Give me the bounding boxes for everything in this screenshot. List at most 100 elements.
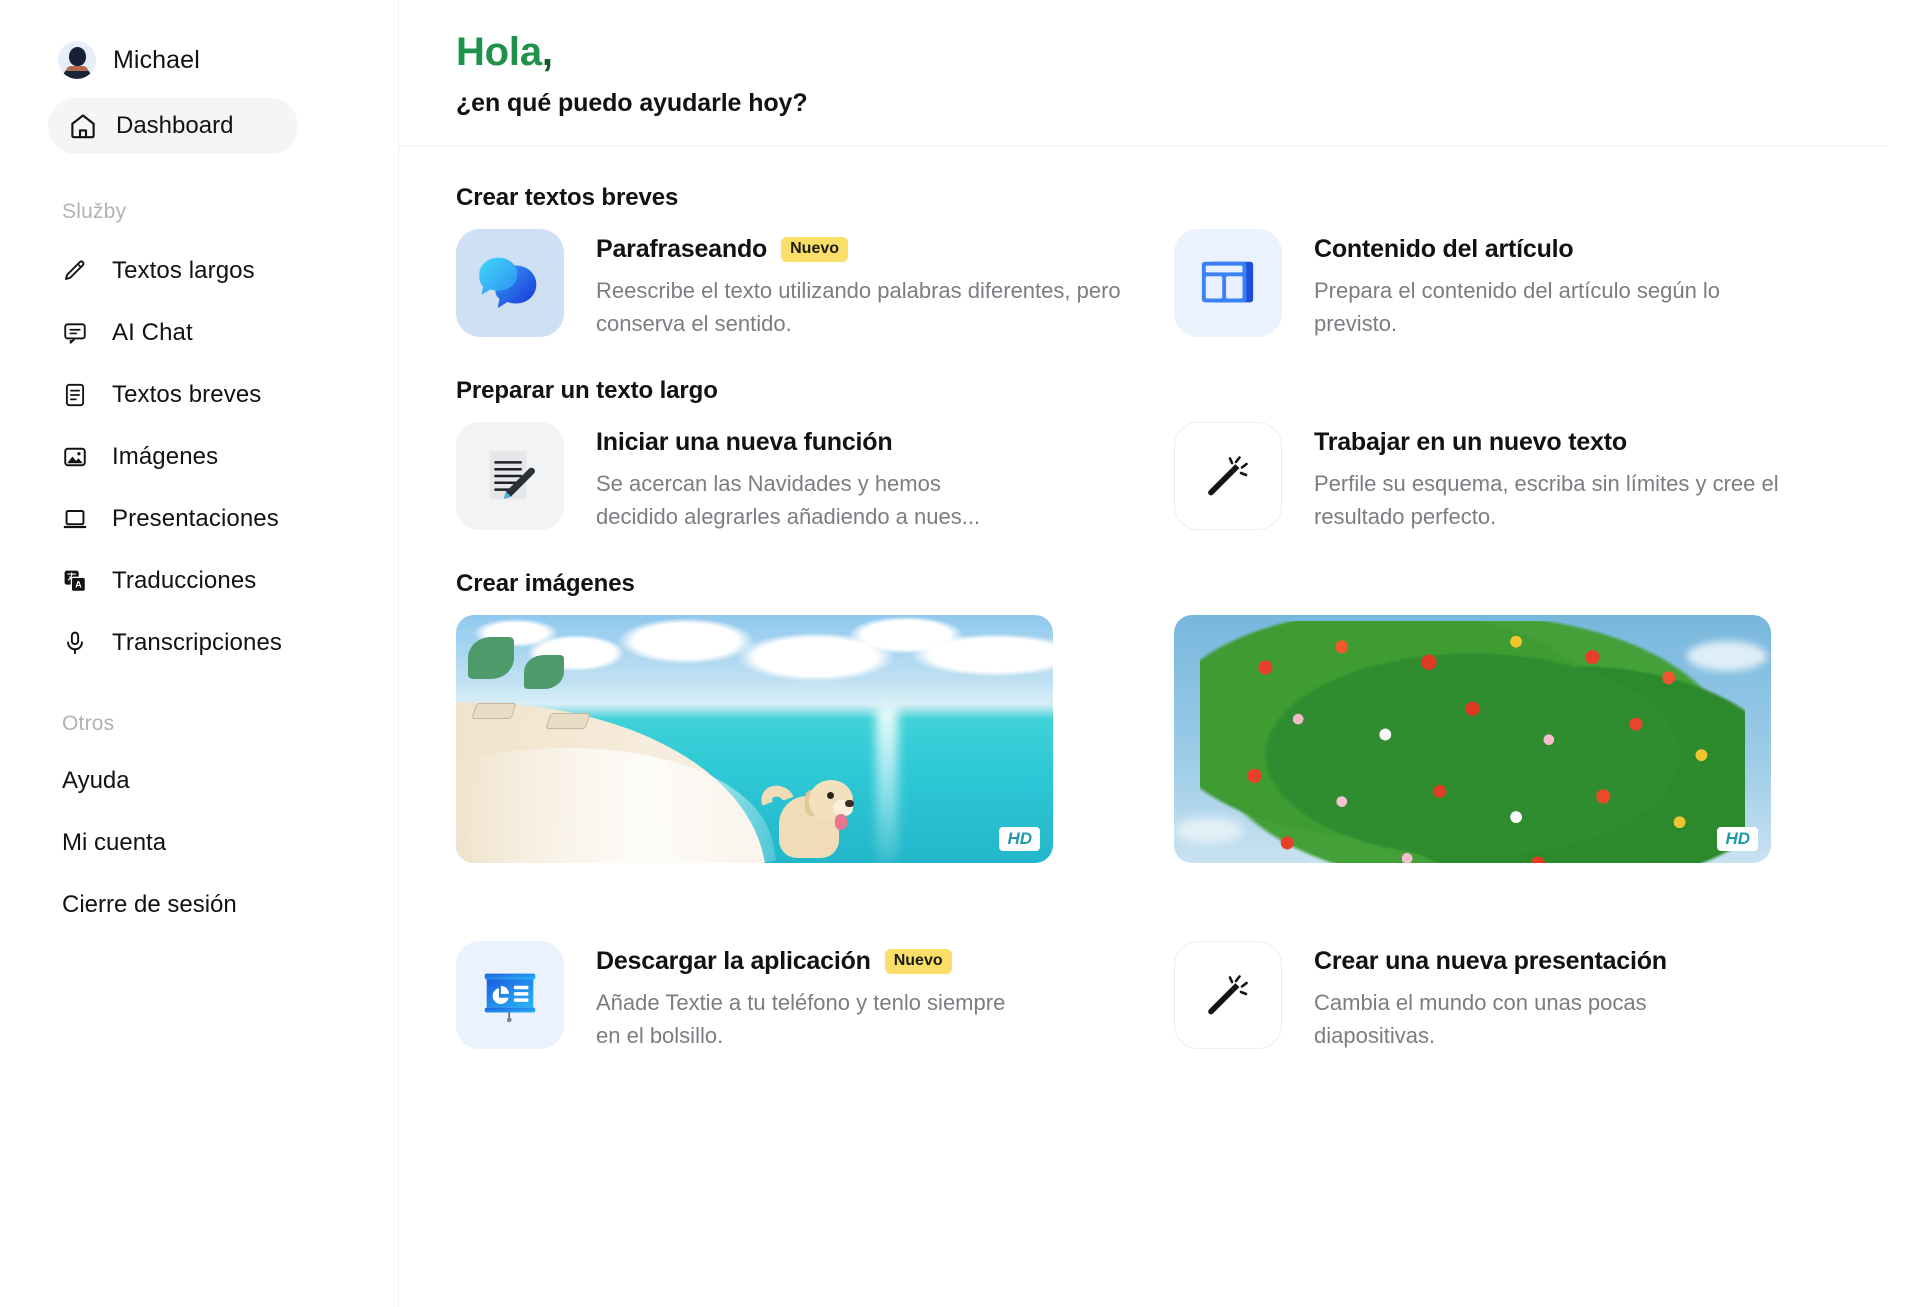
card-title: Descargar la aplicación: [596, 947, 871, 976]
sidebar-item-label: Transcripciones: [112, 629, 283, 656]
card-title-line: Contenido del artículo: [1314, 235, 1774, 264]
sidebar-item-ai-chat[interactable]: AI Chat: [0, 302, 398, 364]
page-subtitle: ¿en qué puedo ayudarle hoy?: [456, 89, 808, 117]
card-description: Prepara el contenido del artículo según …: [1314, 278, 1721, 336]
sidebar-item-label: Textos largos: [112, 257, 255, 284]
document-lines-icon: [60, 380, 90, 410]
sidebar-group-title-services: Služby: [62, 200, 127, 223]
sidebar-item-label: Textos breves: [112, 381, 262, 408]
card-title-line: Trabajar en un nuevo texto: [1314, 428, 1874, 457]
card-title-line: Crear una nueva presentación: [1314, 947, 1734, 976]
hd-quality-badge: HD: [1717, 827, 1758, 852]
document-pencil-icon: [456, 422, 564, 531]
content-area: Crear textos breves Parafraseando Nuevo …: [399, 184, 1920, 1052]
greeting-text: Hola: [456, 30, 542, 74]
sidebar-services-group: Služby Textos largos AI Chat Textos brev…: [0, 200, 398, 674]
card-title: Crear una nueva presentación: [1314, 947, 1667, 976]
section-title-short-texts: Crear textos breves: [456, 184, 679, 211]
card-body: Iniciar una nueva función Se acercan las…: [596, 422, 1026, 533]
card-column-left: Iniciar una nueva función Se acercan las…: [456, 422, 1174, 533]
sidebar-item-label: Cierre de sesión: [62, 891, 237, 918]
section-row-long-text: Iniciar una nueva función Se acercan las…: [456, 422, 1920, 533]
section-title-long-text: Preparar un texto largo: [456, 377, 718, 405]
card-column-right: Trabajar en un nuevo texto Perfile su es…: [1174, 422, 1874, 533]
app-root: Michael Dashboard Služby Textos largos A…: [0, 0, 1920, 1307]
card-body: Descargar la aplicación Nuevo Añade Text…: [596, 941, 1016, 1052]
card-description: Se acercan las Navidades y hemos decidid…: [596, 471, 981, 529]
dog-illustration: [756, 770, 857, 862]
generated-image-flowers[interactable]: HD: [1174, 615, 1771, 864]
pencil-icon: [60, 256, 90, 286]
home-icon: [68, 111, 98, 141]
sidebar-item-traducciones[interactable]: A Traducciones: [0, 550, 398, 612]
card-parafraseando[interactable]: Parafraseando Nuevo Reescribe el texto u…: [456, 229, 1174, 340]
sidebar-user[interactable]: Michael: [0, 34, 398, 86]
sidebar-item-label: Traducciones: [112, 567, 257, 594]
sidebar-group-title-others: Otros: [62, 712, 115, 735]
card-column-right: Crear una nueva presentación Cambia el m…: [1174, 941, 1874, 1052]
sidebar-others-group: Otros Ayuda Mi cuenta Cierre de sesión: [0, 712, 398, 936]
sidebar-item-ayuda[interactable]: Ayuda: [0, 750, 398, 812]
user-avatar-icon: [58, 41, 96, 79]
sidebar-item-imagenes[interactable]: Imágenes: [0, 426, 398, 488]
chat-bubble-icon: [60, 318, 90, 348]
card-title-line: Parafraseando Nuevo: [596, 235, 1174, 264]
laptop-icon: [60, 504, 90, 534]
card-description: Cambia el mundo con unas pocas diapositi…: [1314, 990, 1647, 1048]
card-column-left: Parafraseando Nuevo Reescribe el texto u…: [456, 229, 1174, 340]
svg-text:A: A: [75, 580, 82, 590]
page-title: Hola,: [456, 30, 1920, 74]
card-body: Trabajar en un nuevo texto Perfile su es…: [1314, 422, 1874, 533]
card-contenido-del-articulo[interactable]: Contenido del artículo Prepara el conten…: [1174, 229, 1874, 340]
card-iniciar-nueva-funcion[interactable]: Iniciar una nueva función Se acercan las…: [456, 422, 1174, 533]
palm-tree-decoration: [468, 637, 514, 680]
image-column-left: HD: [456, 615, 1174, 864]
section-title-images: Crear imágenes: [456, 570, 635, 598]
translate-icon: A: [60, 566, 90, 596]
flower-bush-decoration: [1200, 621, 1745, 864]
article-layout-icon: [1174, 229, 1282, 337]
page-header: Hola, ¿en qué puedo ayudarle hoy?: [399, 0, 1920, 118]
sidebar-item-label: Imágenes: [112, 443, 219, 470]
sidebar-item-dashboard[interactable]: Dashboard: [48, 98, 298, 154]
sidebar: Michael Dashboard Služby Textos largos A…: [0, 0, 399, 1307]
card-description: Añade Textie a tu teléfono y tenlo siemp…: [596, 990, 1006, 1048]
sidebar-item-textos-largos[interactable]: Textos largos: [0, 240, 398, 302]
sidebar-item-mi-cuenta[interactable]: Mi cuenta: [0, 812, 398, 874]
sidebar-item-transcripciones[interactable]: Transcripciones: [0, 612, 398, 674]
main-content: Hola, ¿en qué puedo ayudarle hoy? Crear …: [399, 0, 1920, 1307]
card-descargar-aplicacion[interactable]: Descargar la aplicación Nuevo Añade Text…: [456, 941, 1174, 1052]
status-badge: Nuevo: [884, 949, 952, 975]
speech-bubbles-icon: [456, 229, 564, 337]
magic-wand-icon: [1174, 422, 1282, 531]
image-column-right: HD: [1174, 615, 1874, 864]
beach-chair-decoration: [471, 703, 517, 720]
sun-glint-decoration: [876, 707, 898, 863]
header-divider: [399, 146, 1886, 147]
card-crear-nueva-presentacion[interactable]: Crear una nueva presentación Cambia el m…: [1174, 941, 1874, 1052]
card-title: Iniciar una nueva función: [596, 428, 893, 457]
presentation-board-icon: [456, 941, 564, 1050]
card-column-left: Descargar la aplicación Nuevo Añade Text…: [456, 941, 1174, 1052]
hd-quality-badge: HD: [999, 827, 1040, 852]
sidebar-item-label: Mi cuenta: [62, 829, 167, 856]
sidebar-item-label: Presentaciones: [112, 505, 279, 532]
generated-image-beach[interactable]: HD: [456, 615, 1053, 864]
user-name: Michael: [113, 45, 200, 74]
card-title-line: Iniciar una nueva función: [596, 428, 1026, 457]
microphone-icon: [60, 628, 90, 658]
card-trabajar-nuevo-texto[interactable]: Trabajar en un nuevo texto Perfile su es…: [1174, 422, 1874, 533]
sidebar-item-textos-breves[interactable]: Textos breves: [0, 364, 398, 426]
card-title: Contenido del artículo: [1314, 235, 1574, 263]
card-title-line: Descargar la aplicación Nuevo: [596, 947, 1016, 976]
sidebar-item-presentaciones[interactable]: Presentaciones: [0, 488, 398, 550]
beach-chair-decoration: [545, 713, 591, 730]
sidebar-item-cierre-de-sesion[interactable]: Cierre de sesión: [0, 874, 398, 936]
sidebar-item-label: AI Chat: [112, 319, 193, 346]
section-row-bottom: Descargar la aplicación Nuevo Añade Text…: [456, 941, 1920, 1052]
card-description: Perfile su esquema, escriba sin límites …: [1314, 471, 1779, 529]
greeting-comma: ,: [541, 30, 553, 74]
magic-wand-icon: [1174, 941, 1282, 1050]
card-body: Contenido del artículo Prepara el conten…: [1314, 229, 1774, 340]
sidebar-item-label: Ayuda: [62, 767, 130, 794]
